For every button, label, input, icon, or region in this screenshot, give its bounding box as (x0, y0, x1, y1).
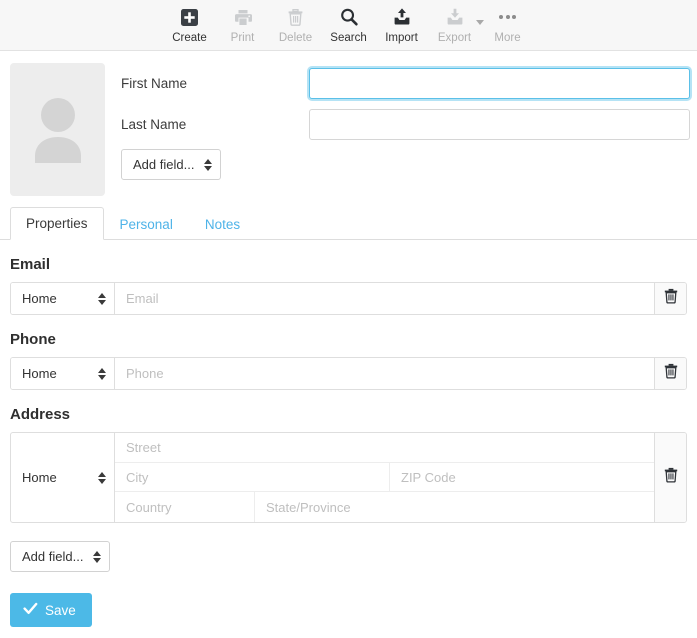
chevron-updown-icon (98, 367, 106, 380)
phone-delete-button[interactable] (654, 358, 686, 389)
address-city-input[interactable] (115, 462, 390, 492)
main-toolbar: Create Print Delete Search Import Export… (0, 0, 697, 51)
email-row: Home (10, 282, 687, 315)
address-row: Home (10, 432, 687, 523)
contact-header: First Name Last Name Add field... (0, 51, 697, 196)
toolbar-search-button[interactable]: Search (322, 4, 375, 45)
toolbar-delete-button[interactable]: Delete (269, 4, 322, 45)
email-delete-button[interactable] (654, 283, 686, 314)
create-icon (180, 6, 199, 28)
address-section-title: Address (10, 406, 71, 423)
toolbar-search-label: Search (330, 32, 367, 44)
add-field-top-select[interactable]: Add field... (121, 149, 222, 180)
chevron-updown-icon (93, 550, 102, 563)
save-wrap: Save (0, 593, 697, 627)
toolbar-import-button[interactable]: Import (375, 4, 428, 45)
phone-section-title: Phone (10, 331, 56, 348)
address-line-city-zip (115, 462, 654, 493)
more-icon (499, 6, 516, 28)
tab-bar: Properties Personal Notes (0, 207, 697, 240)
add-field-top-label: Add field... (133, 157, 195, 172)
address-street-input[interactable] (115, 433, 654, 462)
avatar[interactable] (10, 63, 105, 196)
save-button[interactable]: Save (10, 593, 92, 627)
contact-editor-page: Create Print Delete Search Import Export… (0, 0, 697, 638)
toolbar-export-button[interactable]: Export (428, 4, 484, 45)
phone-row: Home (10, 357, 687, 390)
toolbar-import-label: Import (385, 32, 418, 44)
check-icon (23, 602, 38, 618)
print-icon (233, 6, 253, 28)
person-placeholder-icon (25, 93, 91, 167)
chevron-updown-icon (98, 292, 106, 305)
address-zip-input[interactable] (390, 462, 654, 492)
phone-type-value: Home (22, 366, 57, 381)
phone-input[interactable] (115, 358, 654, 389)
trash-icon (664, 467, 678, 488)
address-type-value: Home (22, 470, 57, 485)
search-icon (339, 6, 359, 28)
email-section: Email Home (0, 256, 697, 315)
toolbar-print-button[interactable]: Print (216, 4, 269, 45)
address-country-input[interactable] (115, 492, 255, 522)
add-field-bottom-label: Add field... (22, 549, 84, 564)
toolbar-create-button[interactable]: Create (163, 4, 216, 45)
trash-icon (664, 363, 678, 384)
toolbar-export-label: Export (437, 32, 472, 44)
tab-personal[interactable]: Personal (104, 208, 189, 240)
email-type-value: Home (22, 291, 57, 306)
chevron-updown-icon (98, 471, 106, 484)
export-icon (445, 6, 465, 28)
address-line-country-state (115, 492, 654, 522)
phone-section: Phone Home (0, 331, 697, 390)
add-field-top-wrap: Add field... (121, 149, 697, 180)
tab-properties[interactable]: Properties (10, 207, 104, 240)
email-input[interactable] (115, 283, 654, 314)
toolbar-print-label: Print (230, 32, 255, 44)
chevron-updown-icon (204, 158, 213, 171)
email-type-select[interactable]: Home (11, 283, 115, 314)
last-name-row: Last Name (121, 108, 697, 141)
toolbar-delete-label: Delete (278, 32, 313, 44)
email-section-title: Email (10, 256, 51, 273)
trash-icon (664, 288, 678, 309)
tab-notes[interactable]: Notes (189, 208, 256, 240)
toolbar-more-button[interactable]: More (481, 4, 534, 45)
address-delete-button[interactable] (654, 433, 686, 522)
add-field-bottom-select[interactable]: Add field... (10, 541, 111, 572)
toolbar-more-label: More (494, 32, 521, 44)
address-line-street (115, 433, 654, 463)
name-fields: First Name Last Name Add field... (121, 63, 697, 196)
address-state-input[interactable] (255, 492, 654, 522)
toolbar-create-label: Create (172, 32, 207, 44)
first-name-input[interactable] (309, 68, 690, 99)
add-field-bottom-wrap: Add field... (0, 541, 697, 572)
last-name-label: Last Name (121, 117, 187, 132)
address-type-select[interactable]: Home (11, 433, 115, 522)
address-grid (115, 433, 654, 522)
import-icon (392, 6, 412, 28)
first-name-label: First Name (121, 76, 188, 91)
address-section: Address Home (0, 406, 697, 523)
delete-icon (287, 6, 304, 28)
last-name-input[interactable] (309, 109, 690, 140)
first-name-row: First Name (121, 67, 697, 100)
save-button-label: Save (45, 602, 76, 618)
phone-type-select[interactable]: Home (11, 358, 115, 389)
